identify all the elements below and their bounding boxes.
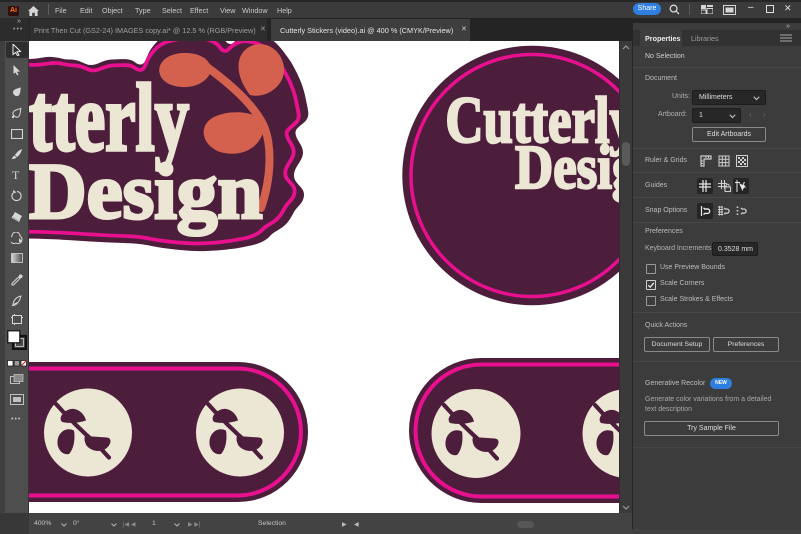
svg-text:Design: Design [515,132,619,202]
svg-text:Design: Design [29,148,263,236]
